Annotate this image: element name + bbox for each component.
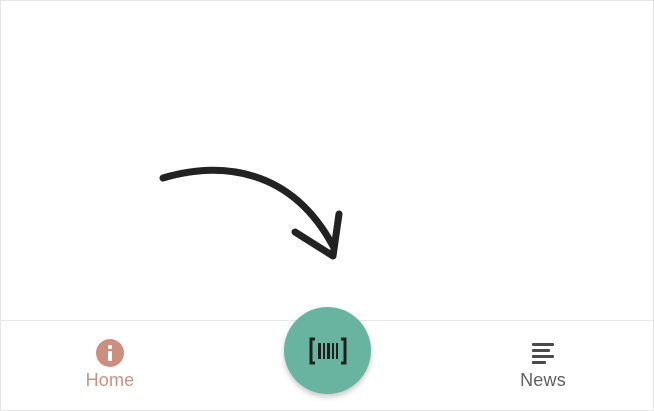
nav-item-home[interactable]: Home — [50, 339, 170, 391]
news-icon — [529, 339, 557, 367]
nav-item-news[interactable]: News — [483, 339, 603, 391]
barcode-scan-icon — [309, 337, 346, 364]
scan-barcode-button[interactable] — [284, 307, 371, 394]
app-screen: Home News — [0, 0, 654, 411]
nav-label-news: News — [520, 370, 566, 390]
curved-arrow-icon — [159, 166, 343, 260]
info-icon — [96, 339, 124, 367]
main-content — [1, 1, 653, 321]
nav-label-home: Home — [85, 370, 135, 390]
